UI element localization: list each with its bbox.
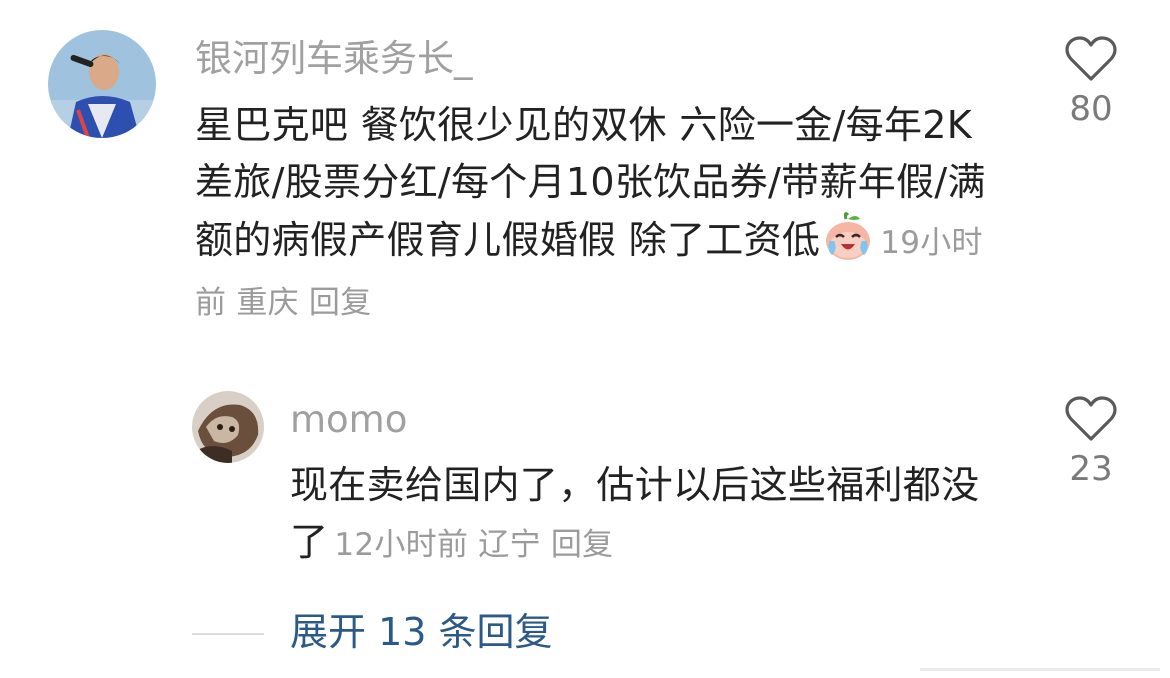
- reply-reply-button[interactable]: 回复: [551, 527, 614, 563]
- reply-like-count: 23: [1069, 449, 1113, 489]
- heart-icon[interactable]: [1065, 396, 1117, 442]
- reply-time: 12小时前: [334, 527, 469, 563]
- comment-location: 重庆: [236, 285, 299, 321]
- comment-text: 星巴克吧 餐饮很少见的双休 六险一金/每年2K差旅/股票分红/每个月10张饮品券…: [195, 97, 1005, 332]
- reply-meta: 12小时前 辽宁 回复: [334, 527, 623, 563]
- reply-like-button[interactable]: 23: [1041, 396, 1141, 486]
- reply-avatar[interactable]: [192, 391, 264, 463]
- expand-replies-button[interactable]: 展开 13 条回复: [290, 613, 553, 651]
- expand-divider: [192, 633, 264, 635]
- watermark-dots: [920, 668, 1160, 671]
- avatar[interactable]: [48, 30, 156, 138]
- comment-reply-button[interactable]: 回复: [309, 285, 372, 321]
- comment-like-button[interactable]: 80: [1041, 36, 1141, 126]
- reply-location: 辽宁: [478, 527, 541, 563]
- comment-username[interactable]: 银河列车乘务长_: [195, 40, 473, 77]
- reply-text: 现在卖给国内了，估计以后这些福利都没了 12小时前 辽宁 回复: [290, 457, 1010, 574]
- crying-laughing-peach-emoji: [822, 211, 874, 263]
- reply-username[interactable]: momo: [290, 401, 407, 438]
- heart-icon[interactable]: [1065, 36, 1117, 82]
- comment-like-count: 80: [1069, 89, 1113, 129]
